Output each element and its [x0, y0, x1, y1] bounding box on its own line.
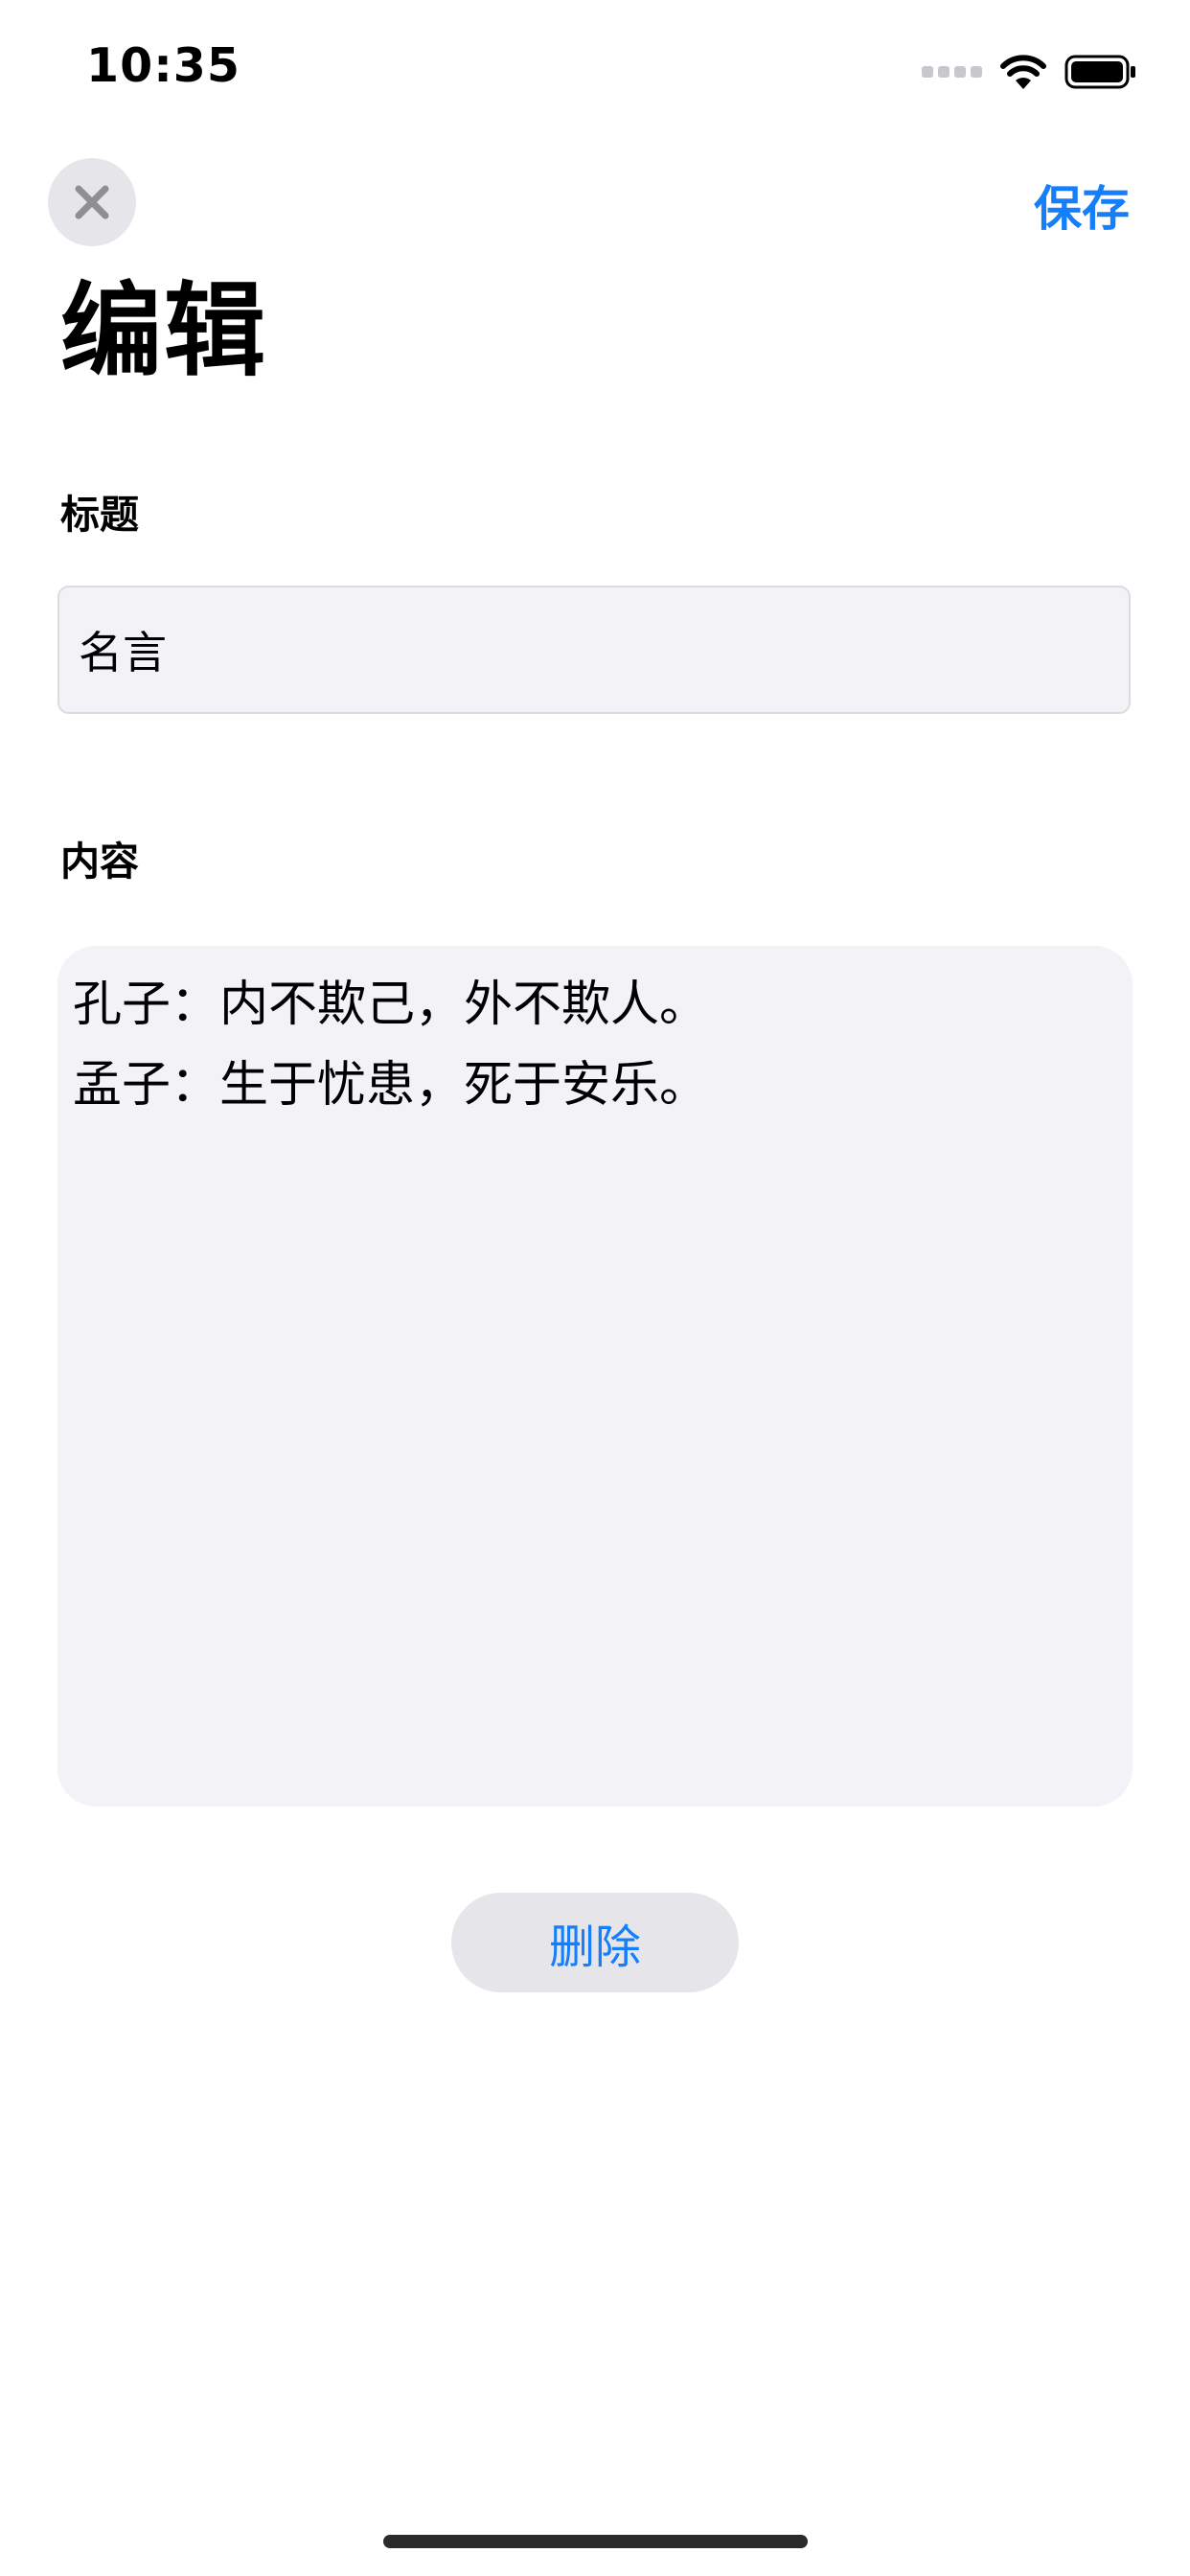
home-indicator: [383, 2535, 808, 2548]
page-title: 编辑: [60, 272, 267, 390]
content-textarea[interactable]: 孔子：内不欺己，外不欺人。 孟子：生于忧患，死于安乐。: [57, 946, 1133, 1806]
delete-button[interactable]: 删除: [451, 1893, 739, 1992]
save-button[interactable]: 保存: [1034, 171, 1130, 240]
close-icon: [75, 185, 109, 219]
close-button[interactable]: [48, 158, 136, 246]
title-label: 标题: [60, 492, 139, 538]
content-label: 内容: [60, 839, 139, 885]
wifi-icon: [1000, 55, 1046, 89]
battery-icon: [1064, 55, 1135, 89]
status-time: 10:35: [86, 38, 240, 93]
cellular-signal-icon: [922, 66, 982, 78]
title-input[interactable]: [57, 586, 1131, 714]
status-bar: 10:35: [0, 0, 1190, 134]
status-icons: [922, 48, 1137, 96]
